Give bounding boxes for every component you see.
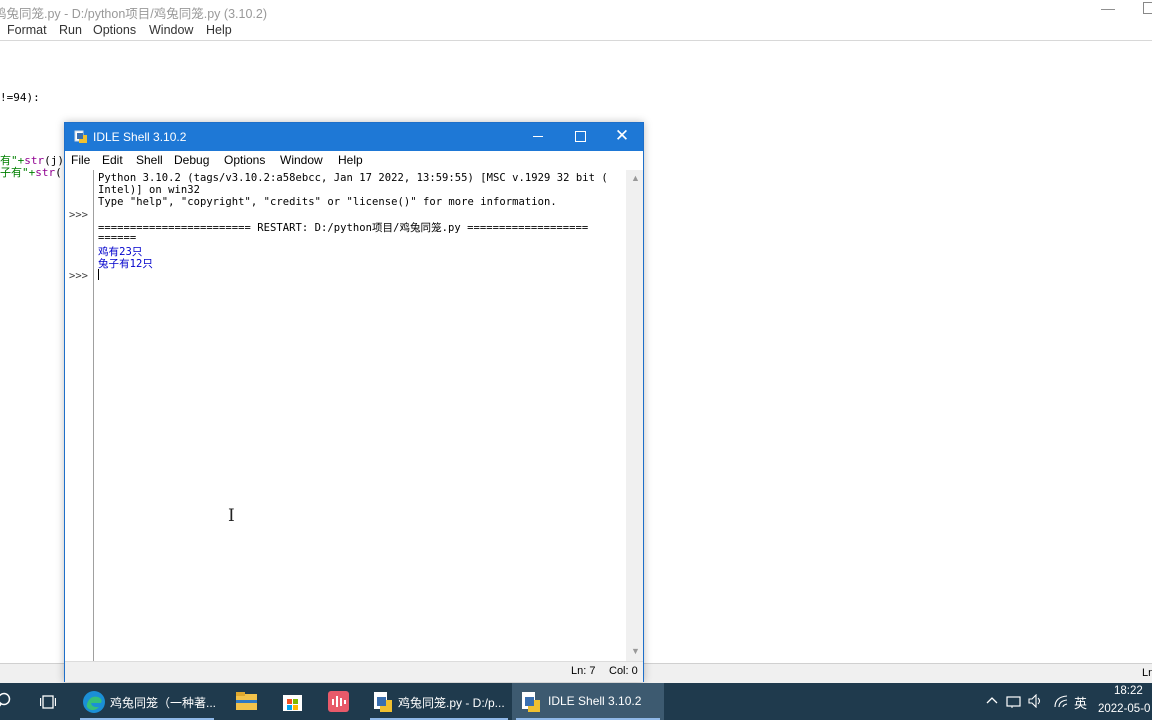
shell-line: Intel)] on win32 (98, 184, 200, 196)
mouse-ibeam-cursor: I (228, 506, 235, 526)
taskbar-app-edge[interactable]: 鸡兔同笼（一种著... (76, 683, 218, 720)
program-output: 兔子有12只 (98, 258, 153, 270)
shell-line: ======================== RESTART: D:/pyt… (98, 222, 589, 234)
menu-run[interactable]: Run (59, 23, 82, 37)
store-icon (283, 695, 302, 711)
volume-icon[interactable] (1028, 694, 1044, 708)
task-view-icon[interactable] (40, 694, 56, 710)
clock-date[interactable]: 2022-05-0 (1098, 703, 1150, 715)
chevron-up-icon[interactable] (986, 696, 998, 704)
column-number: Col: 0 (609, 665, 638, 677)
shell-line: Python 3.10.2 (tags/v3.10.2:a58ebcc, Jan… (98, 172, 608, 184)
minimize-icon[interactable]: — (1101, 0, 1115, 16)
shell-text-area[interactable]: Python 3.10.2 (tags/v3.10.2:a58ebcc, Jan… (94, 170, 626, 661)
shell-prompt: >>> (69, 209, 88, 221)
vertical-scrollbar[interactable]: ▲ ▼ (627, 170, 643, 661)
close-button[interactable]: ✕ (601, 123, 643, 151)
background-line-number: Ln (1142, 667, 1152, 679)
line-number: Ln: 7 (571, 665, 596, 677)
menu-edit[interactable]: Edit (102, 153, 123, 167)
edge-icon (83, 691, 105, 713)
network-icon[interactable] (1006, 694, 1022, 708)
taskbar-app-label: 鸡兔同笼.py - D:/p... (398, 696, 505, 710)
scroll-down-icon[interactable]: ▼ (631, 646, 640, 656)
minimize-button[interactable] (517, 123, 559, 151)
taskbar-app-music[interactable] (320, 683, 356, 720)
music-app-icon (328, 691, 349, 712)
shell-line: ====== (98, 232, 137, 244)
menu-options[interactable]: Options (224, 153, 265, 167)
python-file-icon (374, 692, 392, 712)
code-line: !=94): (0, 91, 40, 104)
taskbar-app-store[interactable] (274, 683, 310, 720)
menu-help[interactable]: Help (206, 23, 232, 37)
menu-debug[interactable]: Debug (174, 153, 209, 167)
menu-file[interactable]: File (71, 153, 90, 167)
code-line: 子有"+str( (0, 166, 62, 179)
maximize-icon[interactable] (1143, 2, 1152, 14)
menu-window[interactable]: Window (280, 153, 323, 167)
taskbar-app-idle-shell[interactable]: IDLE Shell 3.10.2 (512, 683, 664, 720)
scroll-up-icon[interactable]: ▲ (631, 173, 640, 183)
shell-line: Type "help", "copyright", "credits" or "… (98, 196, 557, 208)
text-cursor (98, 269, 99, 280)
menu-window[interactable]: Window (149, 23, 193, 37)
background-window-titlebar[interactable]: 鸡兔同笼.py - D:/python项目/鸡兔同笼.py (3.10.2) — (0, 0, 1152, 22)
python-icon (74, 130, 87, 143)
taskbar: 鸡兔同笼（一种著... 鸡兔同笼.py - D:/p... IDLE Shell… (0, 683, 1152, 720)
maximize-button[interactable] (559, 123, 601, 151)
prompt-gutter: >>> >>> (65, 170, 94, 661)
folder-icon (236, 692, 257, 710)
background-window-title: 鸡兔同笼.py - D:/python项目/鸡兔同笼.py (3.10.2) (0, 7, 267, 21)
shell-statusbar: Ln: 7 Col: 0 (65, 661, 643, 682)
background-menubar: Format Run Options Window Help (0, 22, 1152, 41)
menu-shell[interactable]: Shell (136, 153, 163, 167)
clock-time[interactable]: 18:22 (1114, 685, 1143, 697)
shell-titlebar[interactable]: IDLE Shell 3.10.2 ✕ (65, 123, 643, 151)
menu-format[interactable]: Format (7, 23, 47, 37)
menu-options[interactable]: Options (93, 23, 136, 37)
search-icon[interactable] (0, 692, 16, 710)
menu-help[interactable]: Help (338, 153, 363, 167)
taskbar-app-label: 鸡兔同笼（一种著... (110, 696, 217, 710)
python-shell-icon (522, 692, 540, 712)
taskbar-app-label: IDLE Shell 3.10.2 (548, 694, 642, 708)
taskbar-app-explorer[interactable] (228, 683, 264, 720)
shell-title: IDLE Shell 3.10.2 (93, 130, 187, 144)
idle-shell-window[interactable]: IDLE Shell 3.10.2 ✕ File Edit Shell Debu… (64, 122, 644, 682)
shell-menubar: File Edit Shell Debug Options Window Hel… (65, 151, 643, 170)
input-method-indicator[interactable]: 英 (1074, 693, 1087, 712)
shell-prompt: >>> (69, 270, 88, 282)
wifi-icon[interactable] (1054, 694, 1068, 708)
taskbar-app-idle-editor[interactable]: 鸡兔同笼.py - D:/p... (366, 683, 512, 720)
close-icon: ✕ (614, 126, 630, 145)
